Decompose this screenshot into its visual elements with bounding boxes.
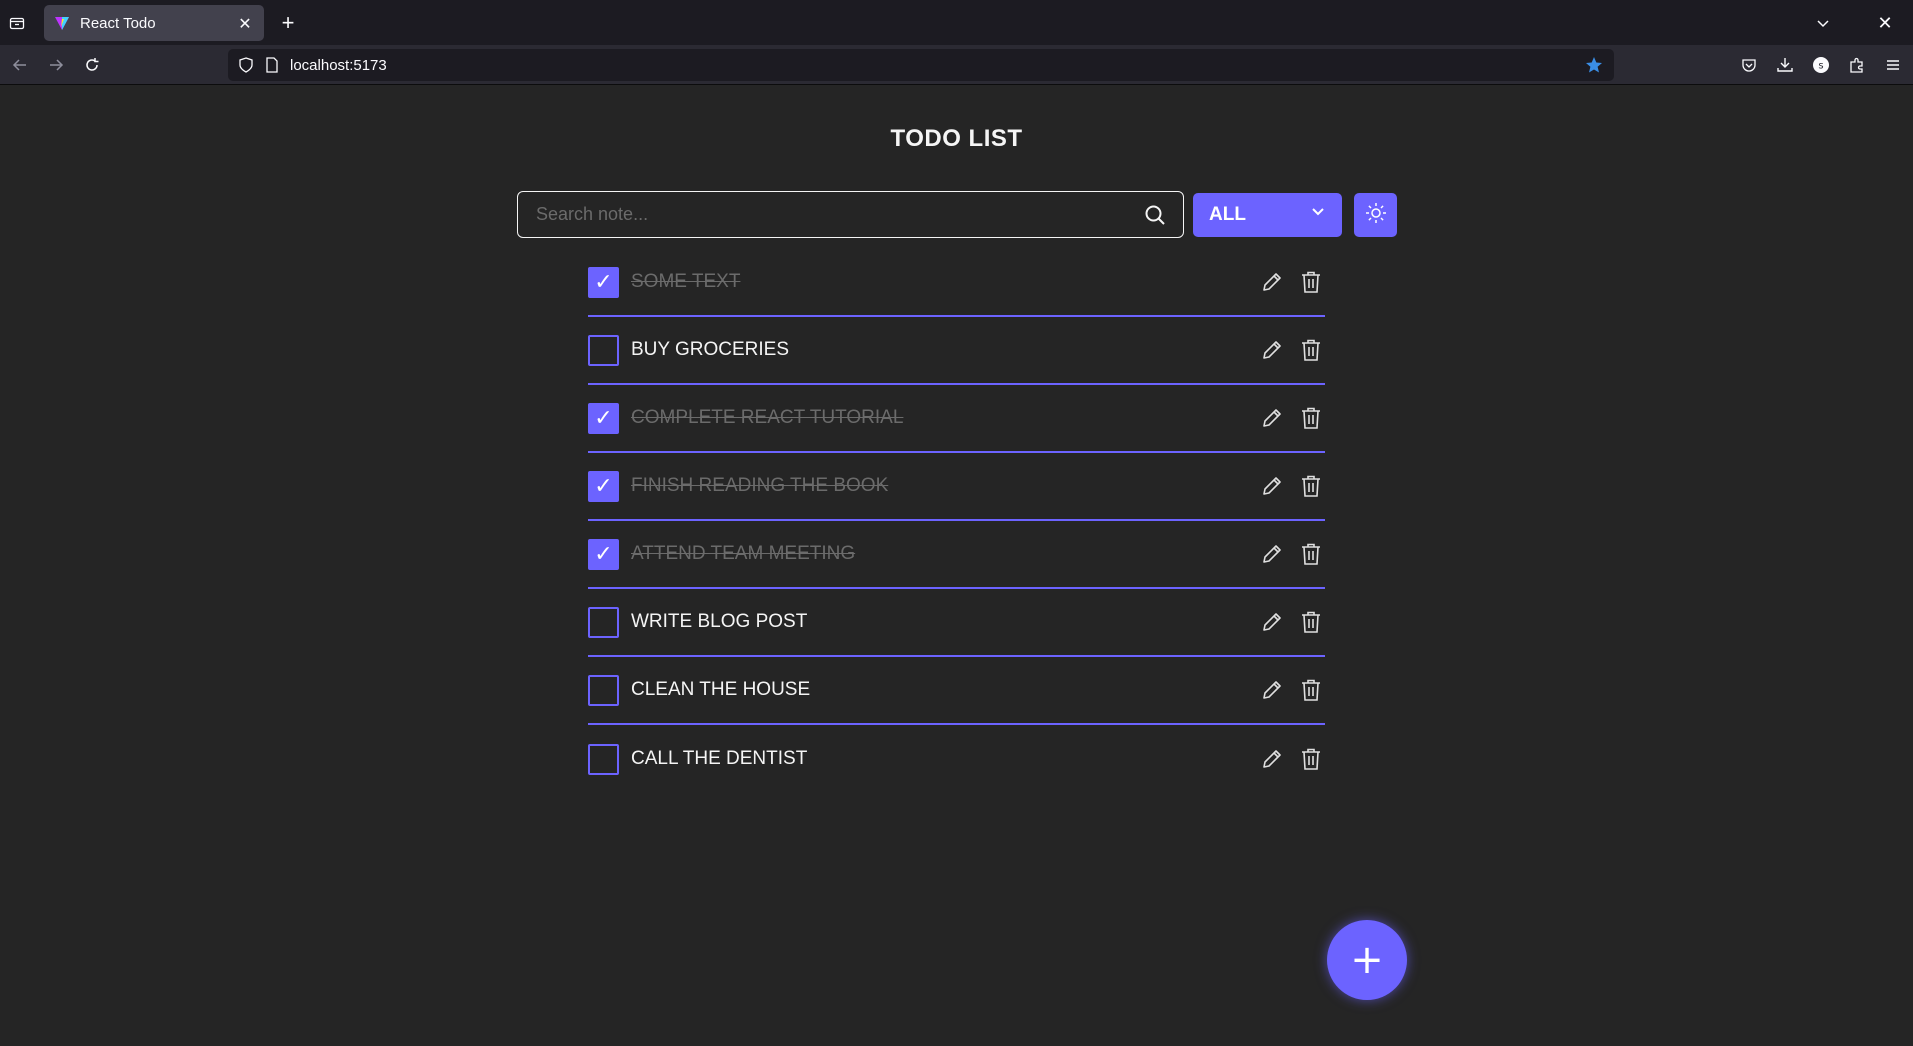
delete-trash-icon[interactable]: [1297, 336, 1325, 364]
todo-list: ✓ SOME TEXT BUY GROCERIES ✓ COMPLETE REACT T…: [588, 249, 1325, 793]
browser-navigation-bar: localhost:5173 s: [0, 45, 1913, 85]
todo-text: BUY GROCERIES: [631, 339, 790, 360]
todo-text: COMPLETE REACT TUTORIAL: [631, 407, 904, 428]
todo-checkbox[interactable]: [588, 674, 619, 706]
extensions-puzzle-icon[interactable]: [1845, 53, 1869, 77]
todo-text: WRITE BLOG POST: [631, 611, 808, 632]
sun-icon: [1365, 202, 1387, 228]
todo-checkbox[interactable]: ✓: [588, 402, 619, 434]
edit-pencil-icon[interactable]: [1258, 676, 1286, 704]
delete-trash-icon[interactable]: [1297, 268, 1325, 296]
todo-text: CALL THE DENTIST: [631, 748, 808, 769]
pocket-icon[interactable]: [1737, 53, 1761, 77]
todo-checkbox[interactable]: [588, 743, 619, 775]
new-tab-button[interactable]: +: [275, 10, 301, 36]
delete-trash-icon[interactable]: [1297, 404, 1325, 432]
delete-trash-icon[interactable]: [1297, 472, 1325, 500]
todo-item: CALL THE DENTIST: [588, 725, 1325, 793]
page-info-icon[interactable]: [262, 55, 282, 75]
todo-item: ✓ COMPLETE REACT TUTORIAL: [588, 385, 1325, 453]
todo-item: CLEAN THE HOUSE: [588, 657, 1325, 725]
downloads-icon[interactable]: [1773, 53, 1797, 77]
todo-item: WRITE BLOG POST: [588, 589, 1325, 657]
tab-list-icon[interactable]: [6, 12, 28, 34]
search-input[interactable]: [518, 192, 1141, 237]
edit-pencil-icon[interactable]: [1258, 404, 1286, 432]
edit-pencil-icon[interactable]: [1258, 608, 1286, 636]
bookmark-star-icon[interactable]: [1582, 53, 1606, 77]
reload-icon[interactable]: [80, 53, 104, 77]
edit-pencil-icon[interactable]: [1258, 336, 1286, 364]
address-bar[interactable]: localhost:5173: [228, 49, 1614, 81]
tab-title: React Todo: [80, 14, 156, 32]
window-close-icon[interactable]: ✕: [1872, 10, 1898, 36]
search-box[interactable]: [517, 191, 1184, 238]
todo-item: ✓ ATTEND TEAM MEETING: [588, 521, 1325, 589]
chevron-down-icon: [1310, 204, 1326, 226]
tracking-shield-icon[interactable]: [236, 55, 256, 75]
account-avatar-icon[interactable]: s: [1809, 53, 1833, 77]
todo-checkbox[interactable]: ✓: [588, 538, 619, 570]
filter-selected-value: ALL: [1209, 204, 1246, 225]
todo-text: CLEAN THE HOUSE: [631, 679, 811, 700]
edit-pencil-icon[interactable]: [1258, 540, 1286, 568]
todo-text: FINISH READING THE BOOK: [631, 475, 889, 496]
browser-tab-bar: React Todo ✕ + ✕: [0, 0, 1913, 45]
theme-toggle-button[interactable]: [1354, 193, 1397, 237]
search-icon[interactable]: [1141, 201, 1169, 229]
page-title: TODO LIST: [890, 125, 1023, 152]
todo-item: ✓ FINISH READING THE BOOK: [588, 453, 1325, 521]
tab-close-icon[interactable]: ✕: [232, 10, 258, 36]
todo-text: SOME TEXT: [631, 271, 741, 292]
delete-trash-icon[interactable]: [1297, 608, 1325, 636]
filter-dropdown[interactable]: ALL: [1193, 193, 1342, 237]
browser-tab-active[interactable]: React Todo ✕: [44, 5, 264, 41]
edit-pencil-icon[interactable]: [1258, 268, 1286, 296]
todo-checkbox[interactable]: ✓: [588, 266, 619, 298]
todo-item: BUY GROCERIES: [588, 317, 1325, 385]
todo-text: ATTEND TEAM MEETING: [631, 543, 856, 564]
forward-arrow-icon[interactable]: [44, 53, 68, 77]
edit-pencil-icon[interactable]: [1258, 472, 1286, 500]
back-arrow-icon[interactable]: [8, 53, 32, 77]
delete-trash-icon[interactable]: [1297, 540, 1325, 568]
url-text[interactable]: localhost:5173: [290, 57, 1582, 74]
delete-trash-icon[interactable]: [1297, 745, 1325, 773]
vite-favicon-icon: [54, 15, 70, 31]
add-todo-button[interactable]: +: [1327, 920, 1407, 1000]
todo-checkbox[interactable]: ✓: [588, 470, 619, 502]
tab-overflow-chevron-icon[interactable]: [1810, 10, 1836, 36]
todo-checkbox[interactable]: [588, 334, 619, 366]
svg-text:s: s: [1818, 61, 1823, 72]
menu-hamburger-icon[interactable]: [1881, 53, 1905, 77]
delete-trash-icon[interactable]: [1297, 676, 1325, 704]
todo-checkbox[interactable]: [588, 606, 619, 638]
todo-item: ✓ SOME TEXT: [588, 249, 1325, 317]
edit-pencil-icon[interactable]: [1258, 745, 1286, 773]
